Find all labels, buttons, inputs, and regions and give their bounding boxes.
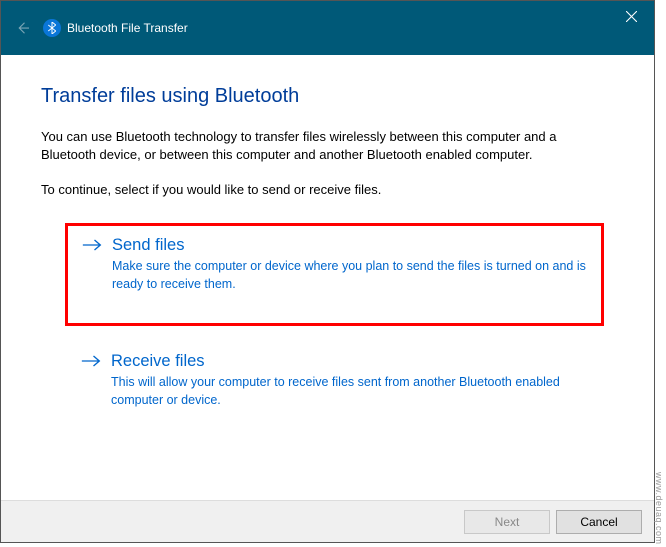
close-button[interactable] bbox=[608, 1, 654, 31]
footer: Next Cancel bbox=[1, 500, 654, 542]
back-button[interactable] bbox=[11, 16, 35, 40]
back-arrow-icon bbox=[14, 19, 32, 37]
receive-files-desc: This will allow your computer to receive… bbox=[111, 374, 588, 409]
close-icon bbox=[626, 11, 637, 22]
send-files-body: Send files Make sure the computer or dev… bbox=[112, 236, 587, 293]
arrow-right-icon bbox=[81, 354, 101, 409]
next-button: Next bbox=[464, 510, 550, 534]
watermark: www.deuaq.com bbox=[654, 472, 664, 545]
receive-files-body: Receive files This will allow your compu… bbox=[111, 352, 588, 409]
send-files-desc: Make sure the computer or device where y… bbox=[112, 258, 587, 293]
send-files-option[interactable]: Send files Make sure the computer or dev… bbox=[65, 223, 604, 326]
send-files-title: Send files bbox=[112, 236, 587, 255]
wizard-window: Bluetooth File Transfer Transfer files u… bbox=[0, 0, 655, 543]
page-instruction: To continue, select if you would like to… bbox=[41, 182, 614, 197]
content-area: Transfer files using Bluetooth You can u… bbox=[1, 55, 654, 423]
bluetooth-icon bbox=[43, 19, 61, 37]
window-title: Bluetooth File Transfer bbox=[67, 21, 188, 35]
receive-files-option[interactable]: Receive files This will allow your compu… bbox=[65, 340, 604, 423]
page-heading: Transfer files using Bluetooth bbox=[41, 85, 614, 108]
cancel-button[interactable]: Cancel bbox=[556, 510, 642, 534]
receive-files-title: Receive files bbox=[111, 352, 588, 371]
titlebar: Bluetooth File Transfer bbox=[1, 1, 654, 55]
page-description: You can use Bluetooth technology to tran… bbox=[41, 128, 614, 164]
arrow-right-icon bbox=[82, 238, 102, 293]
